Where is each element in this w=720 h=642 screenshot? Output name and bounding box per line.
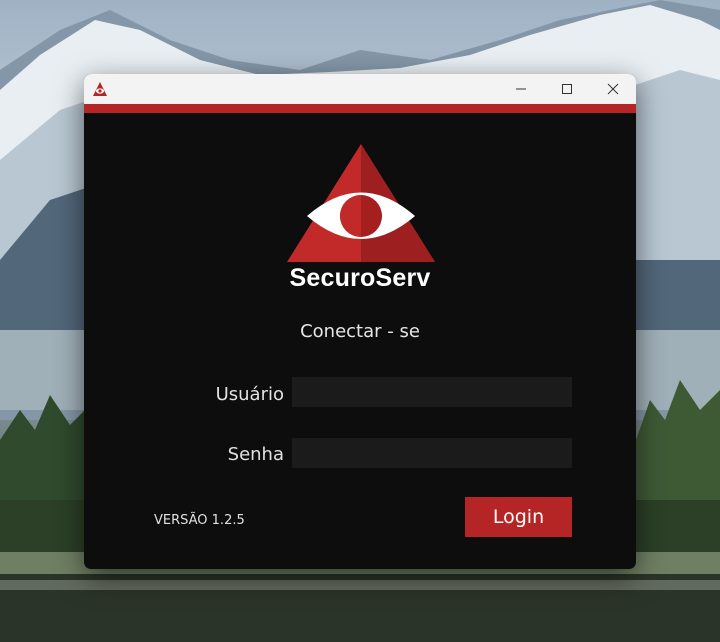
title-bar[interactable] [84, 74, 636, 104]
brand-name: SecuroServ [289, 264, 431, 292]
maximize-button[interactable] [544, 74, 590, 104]
minimize-icon [516, 88, 526, 90]
login-heading: Conectar - se [300, 321, 420, 342]
password-label: Senha [227, 444, 284, 465]
maximize-icon [562, 84, 572, 94]
securoserv-icon [93, 82, 107, 96]
close-icon [607, 83, 619, 95]
version-label: VERSÃO 1.2.5 [154, 513, 245, 528]
username-input[interactable] [292, 377, 572, 407]
securoserv-eye-triangle-logo [287, 144, 435, 262]
securoserv-login-window: SecuroServ Conectar - se Usuário Senha V… [84, 74, 636, 569]
username-label: Usuário [215, 384, 284, 405]
password-input[interactable] [292, 438, 572, 468]
minimize-button[interactable] [498, 74, 544, 104]
close-button[interactable] [590, 74, 636, 104]
login-button[interactable]: Login [465, 497, 572, 537]
accent-bar [84, 104, 636, 113]
